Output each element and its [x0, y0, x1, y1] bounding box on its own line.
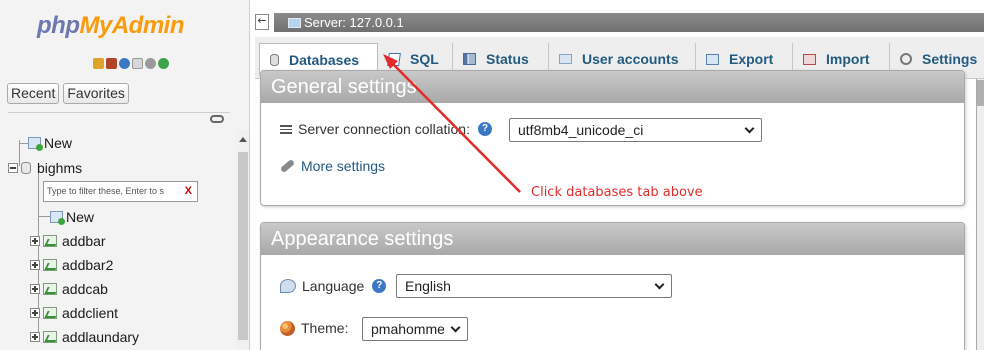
annotation-arrow-line [390, 61, 521, 193]
theme-icon [280, 320, 295, 336]
language-value: English [405, 278, 451, 294]
chevron-down-icon [654, 279, 665, 290]
theme-label: Theme: [301, 320, 349, 336]
annotation-text: Click databases tab above [531, 185, 703, 200]
language-row: Language ? [280, 278, 387, 294]
chevron-down-icon [450, 322, 461, 333]
theme-row: Theme: [280, 320, 348, 336]
right-panel-edge [976, 79, 984, 350]
language-select[interactable]: English [396, 274, 672, 298]
right-panel-header [977, 80, 984, 106]
language-icon [280, 279, 296, 293]
appearance-settings-title: Appearance settings [261, 223, 964, 255]
theme-value: pmahomme [371, 321, 445, 337]
theme-select[interactable]: pmahomme [362, 317, 468, 341]
language-label: Language [302, 278, 365, 294]
help-icon[interactable]: ? [372, 279, 387, 293]
